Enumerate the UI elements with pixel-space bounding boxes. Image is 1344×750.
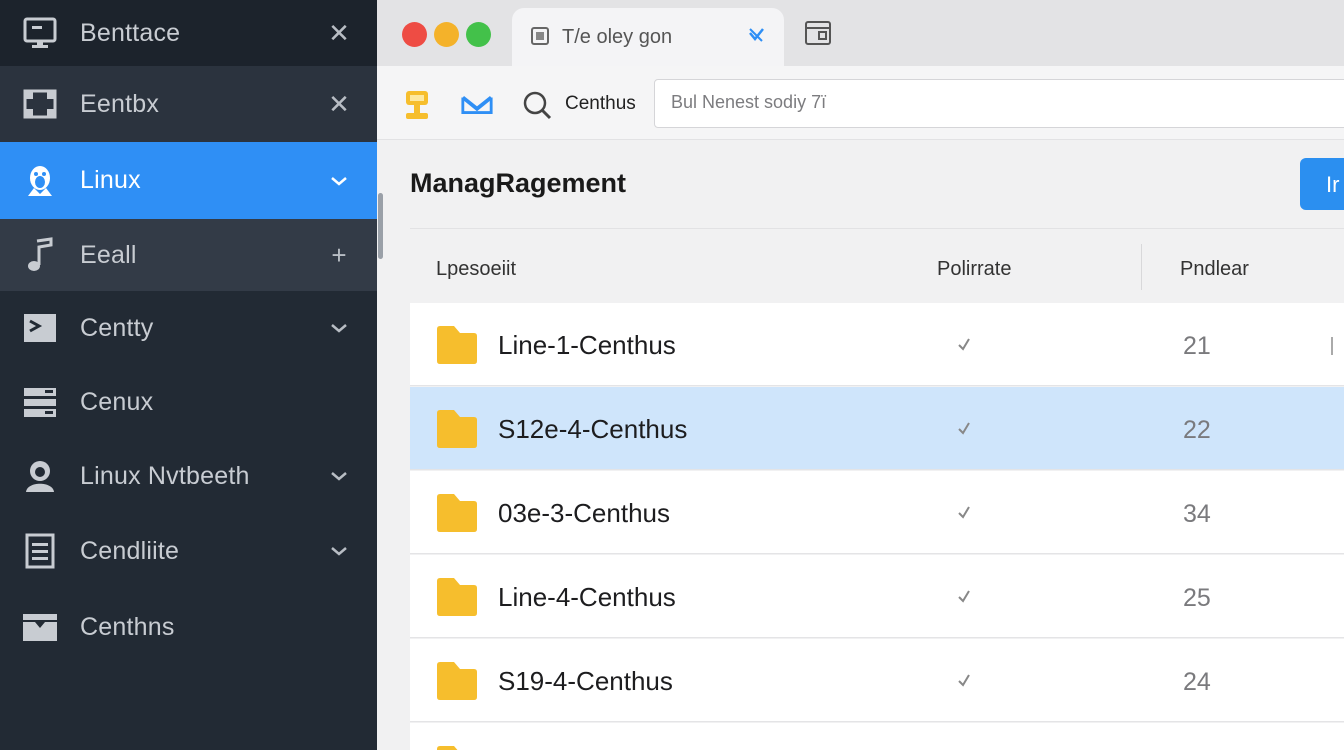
page-icon: [530, 26, 550, 46]
chevron-down-icon[interactable]: [327, 464, 351, 488]
table-row[interactable]: S12e-4-Centhus 22: [410, 387, 1344, 470]
window-icon[interactable]: [805, 21, 831, 45]
row-value: 24: [1183, 668, 1211, 696]
sidebar-item-label: Linux: [80, 166, 141, 194]
browser-tab[interactable]: T/e oley gon: [512, 8, 784, 66]
primary-action-button[interactable]: Ir: [1300, 158, 1344, 210]
row-value: 25: [1183, 584, 1211, 612]
sidebar-item-cenux[interactable]: Cenux: [0, 365, 377, 439]
chevron-down-icon[interactable]: [327, 169, 351, 193]
sidebar-item-eentbx[interactable]: Eentbx ✕: [0, 66, 377, 142]
folder-icon: [436, 745, 478, 750]
column-header[interactable]: Pndlear: [1180, 258, 1249, 281]
user-icon: [22, 458, 58, 494]
plus-icon[interactable]: +: [327, 240, 351, 270]
search-icon[interactable]: [520, 88, 554, 122]
row-name: Line-1-Centhus: [498, 330, 676, 360]
tab-title: T/e oley gon: [562, 26, 673, 48]
row-name: S19-4-Centhus: [498, 666, 673, 696]
music-note-icon: [22, 237, 58, 273]
check-icon[interactable]: [956, 672, 972, 688]
close-window-button[interactable]: [402, 22, 427, 47]
sidebar-item-linux[interactable]: Linux: [0, 142, 377, 219]
folder-icon: [436, 577, 478, 617]
chevron-down-icon[interactable]: [327, 539, 351, 563]
check-icon[interactable]: [956, 588, 972, 604]
row-value: 21: [1183, 332, 1211, 360]
row-value: 22: [1183, 416, 1211, 444]
sidebar-item-eeall[interactable]: Eeall +: [0, 219, 377, 291]
maximize-window-button[interactable]: [466, 22, 491, 47]
inbox-tray-icon: [22, 609, 58, 645]
sidebar-item-label: Benttace: [80, 18, 181, 47]
document-list-icon: [22, 533, 58, 569]
folder-icon: [436, 493, 478, 533]
monitor-icon: [22, 15, 58, 51]
table-header: Lpesoeiit Polirrate Pndlear: [410, 232, 1344, 303]
row-name: Line-4-Centhus: [498, 582, 676, 612]
row-value: 34: [1183, 500, 1211, 528]
mail-icon[interactable]: [460, 88, 494, 122]
sidebar-item-centhns[interactable]: Centhns: [0, 589, 377, 665]
row-name: 03e-3-Centhus: [498, 498, 670, 528]
linux-penguin-icon: [22, 163, 58, 199]
check-icon[interactable]: [956, 336, 972, 352]
row-name: S12e-4-Centhus: [498, 414, 688, 444]
table-row[interactable]: Line-4-Centhus 25: [410, 555, 1344, 638]
column-divider[interactable]: [1141, 244, 1142, 290]
page-title: ManagRagement: [410, 168, 627, 198]
sidebar-item-label: Eeall: [80, 240, 137, 269]
close-icon[interactable]: ✕: [327, 89, 351, 119]
table-row[interactable]: S19-4-Centhus 24: [410, 639, 1344, 722]
minimize-window-button[interactable]: [434, 22, 459, 47]
terminal-icon: [22, 310, 58, 346]
sidebar-item-cendliite[interactable]: Cendliite: [0, 513, 377, 589]
close-icon[interactable]: [746, 25, 766, 45]
server-icon: [22, 384, 58, 420]
lamp-icon[interactable]: [400, 88, 434, 122]
close-icon[interactable]: ✕: [327, 18, 351, 48]
search-input[interactable]: [671, 92, 1271, 113]
table-row[interactable]: [410, 723, 1344, 750]
check-icon[interactable]: [956, 504, 972, 520]
grid-frame-icon: [22, 86, 58, 122]
sidebar-item-label: Eentbx: [80, 89, 160, 118]
sidebar-scrollbar[interactable]: [378, 193, 383, 259]
sidebar-item-label: Cendliite: [80, 536, 180, 565]
folder-icon: [436, 325, 478, 365]
sidebar-item-label: Centty: [80, 313, 154, 342]
row-handle[interactable]: [1331, 337, 1333, 355]
divider: [410, 228, 1344, 229]
sidebar-item-label: Cenux: [80, 387, 154, 416]
address-bar[interactable]: [654, 79, 1344, 128]
sidebar-item-label: Centhns: [80, 612, 175, 641]
toolbar-label: Centhus: [565, 93, 636, 114]
sidebar-item-centty[interactable]: Centty: [0, 291, 377, 365]
table-row[interactable]: Line-1-Centhus 21: [410, 303, 1344, 386]
sidebar-item-linux-nvtbeeth[interactable]: Linux Nvtbeeth: [0, 439, 377, 513]
table-row[interactable]: 03e-3-Centhus 34: [410, 471, 1344, 554]
sidebar-item-label: Linux Nvtbeeth: [80, 461, 250, 490]
check-icon[interactable]: [956, 420, 972, 436]
sidebar-item-benttace[interactable]: Benttace ✕: [0, 0, 377, 66]
chevron-down-icon[interactable]: [327, 316, 351, 340]
sidebar: Benttace ✕ Eentbx ✕ Linux Eeall + Centty: [0, 0, 377, 750]
folder-icon: [436, 661, 478, 701]
column-header[interactable]: Polirrate: [937, 258, 1011, 281]
folder-icon: [436, 409, 478, 449]
column-header[interactable]: Lpesoeiit: [436, 258, 516, 281]
